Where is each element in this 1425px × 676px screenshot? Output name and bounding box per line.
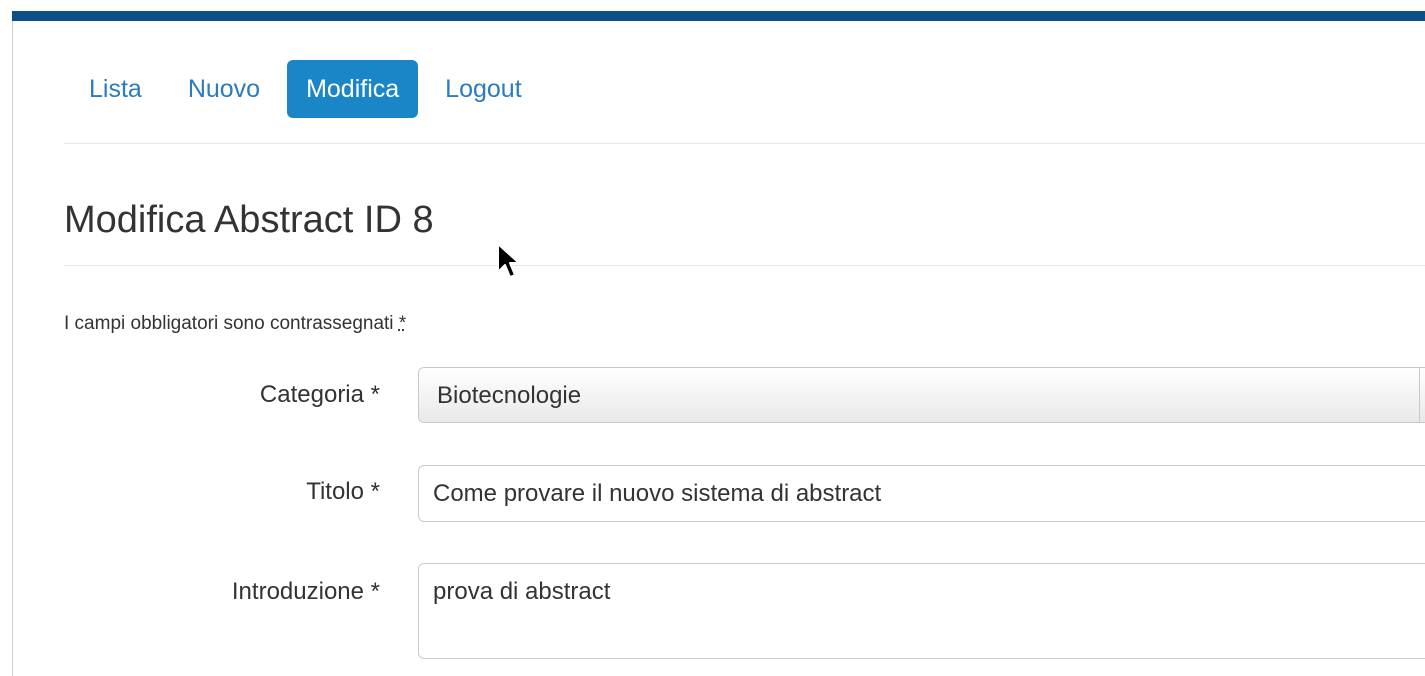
categoria-label: Categoria *: [259, 381, 380, 408]
nav-item-modifica[interactable]: Modifica: [287, 60, 419, 118]
top-accent-bar: [12, 11, 1425, 21]
required-star: *: [398, 313, 407, 334]
page-title: Modifica Abstract ID 8: [64, 199, 434, 241]
required-note-text: I campi obbligatori sono contrassegnati: [64, 313, 394, 334]
title-divider: [64, 265, 1425, 266]
introduzione-label: Introduzione *: [231, 578, 380, 605]
nav-item-logout[interactable]: Logout: [426, 60, 540, 118]
nav-pills: Lista Nuovo Modifica Logout: [64, 60, 541, 118]
categoria-select[interactable]: Biotecnologie: [418, 367, 1425, 423]
categoria-selected-value: Biotecnologie: [437, 382, 582, 409]
titolo-input[interactable]: Come provare il nuovo sistema di abstrac…: [418, 465, 1425, 522]
nav-item-nuovo[interactable]: Nuovo: [169, 60, 279, 118]
select-arrow-divider: [1419, 368, 1420, 422]
nav-divider: [64, 143, 1425, 144]
nav-item-lista[interactable]: Lista: [64, 60, 161, 118]
required-fields-note: I campi obbligatori sono contrassegnati …: [64, 313, 406, 335]
mouse-pointer-icon: [497, 243, 520, 278]
titolo-value: Come provare il nuovo sistema di abstrac…: [433, 480, 882, 507]
titolo-label: Titolo *: [306, 478, 380, 505]
introduzione-value: prova di abstract: [433, 578, 611, 605]
introduzione-textarea[interactable]: prova di abstract: [418, 563, 1425, 659]
